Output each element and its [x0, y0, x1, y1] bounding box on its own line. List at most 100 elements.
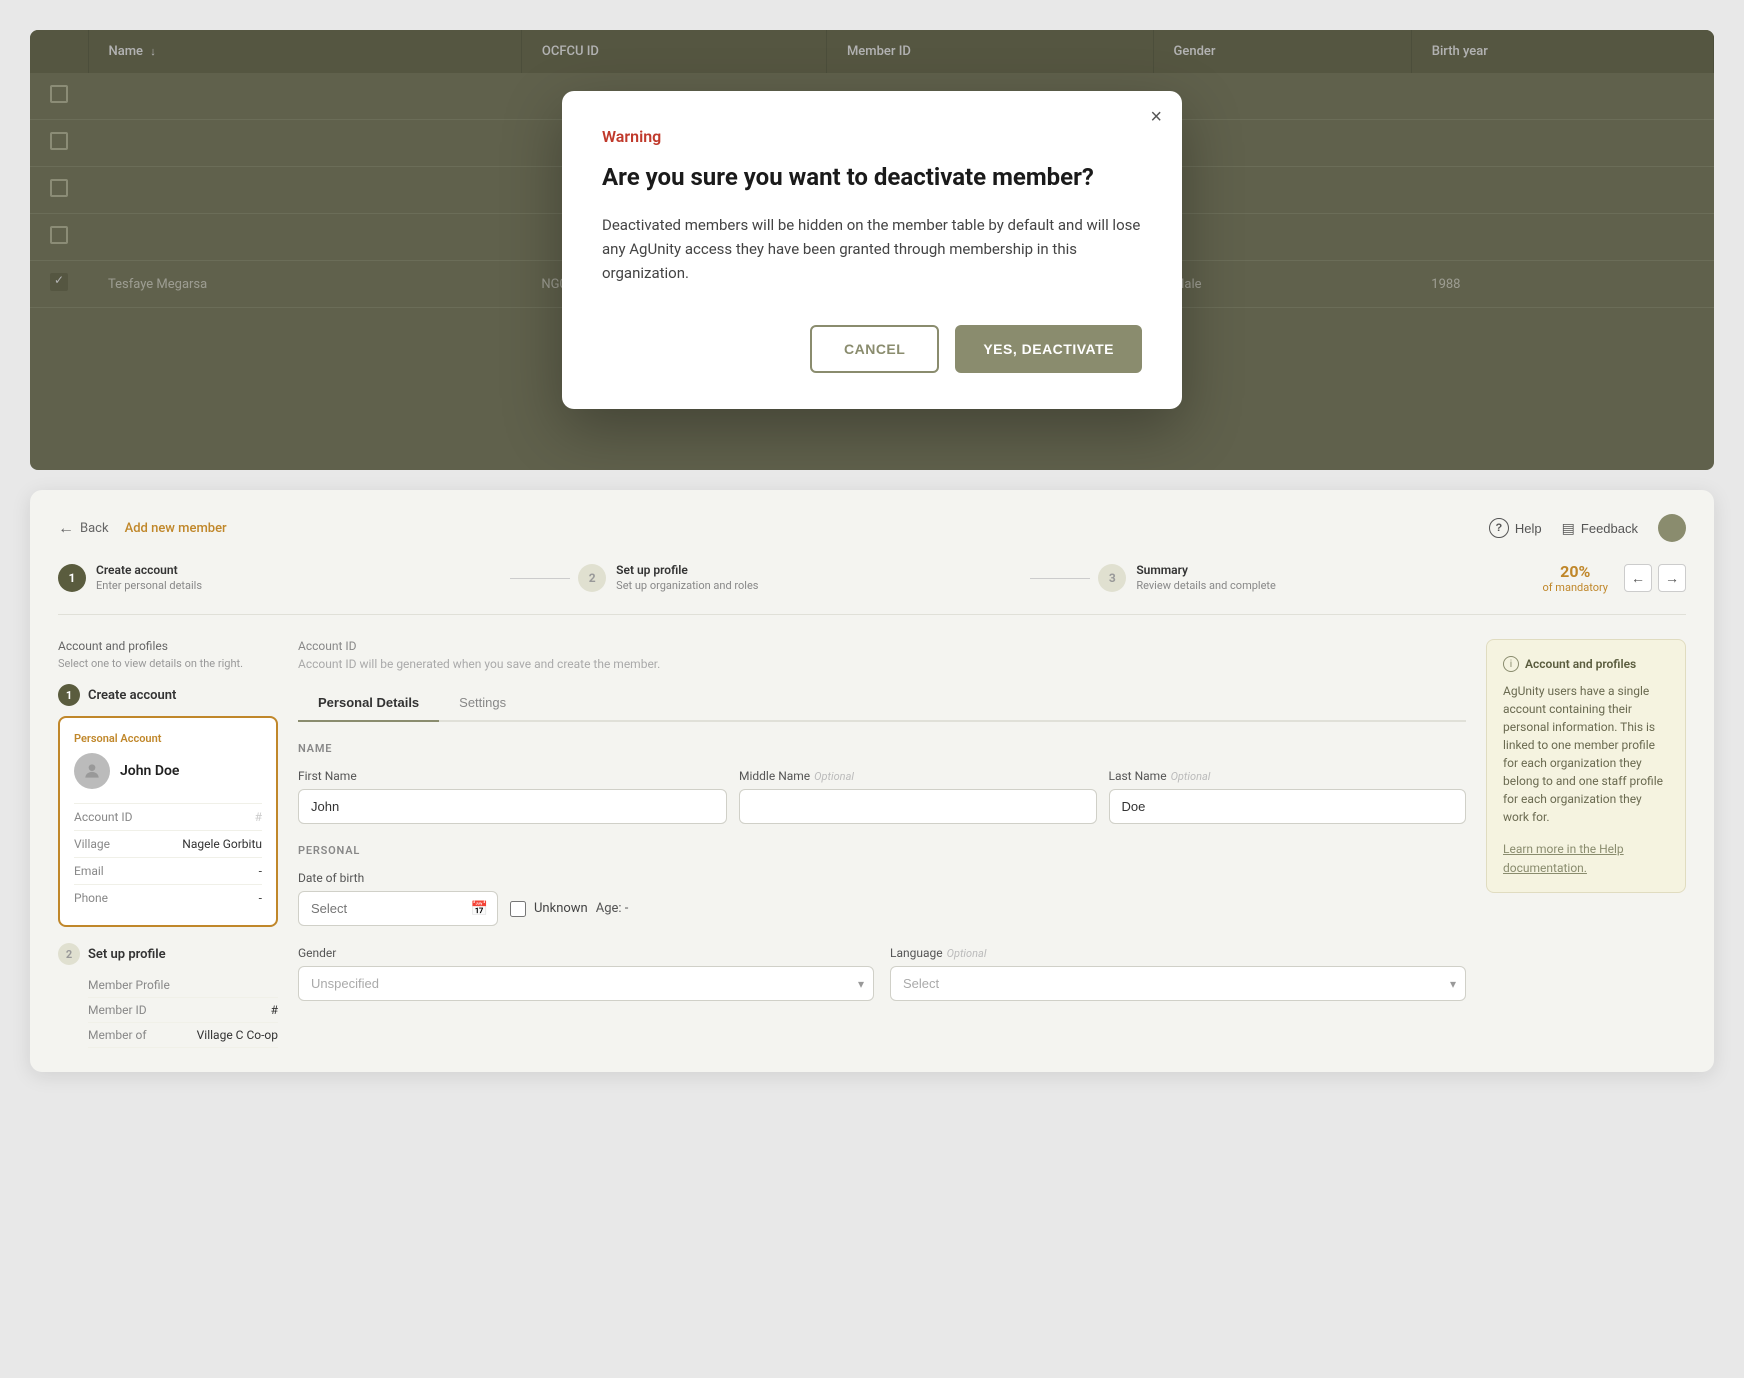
back-link[interactable]: ← Back — [58, 518, 109, 538]
account-user-row: John Doe — [74, 753, 262, 789]
top-section: Name ↓ OCFCU ID Member ID Gender Birth y… — [30, 30, 1714, 470]
feedback-button[interactable]: ▤ Feedback — [1562, 520, 1638, 537]
add-member-link[interactable]: Add new member — [125, 521, 227, 536]
gender-select-wrap: Unspecified ▾ — [298, 966, 874, 1001]
member-id-hash: # — [271, 1003, 278, 1017]
member-id-label: Member ID — [88, 1003, 147, 1017]
left-sidebar: Account and profiles Select one to view … — [58, 639, 278, 1048]
step-2-subtitle: Set up organization and roles — [616, 579, 758, 593]
modal-overlay: × Warning Are you sure you want to deact… — [30, 30, 1714, 470]
last-name-group: Last Name Optional — [1109, 769, 1467, 824]
steps-bar: 1 Create account Enter personal details … — [58, 562, 1686, 615]
tab-personal-details[interactable]: Personal Details — [298, 687, 439, 722]
personal-section-label: PERSONAL — [298, 844, 1466, 857]
sidebar-step-1-header: 1 Create account — [58, 684, 278, 706]
personal-section: PERSONAL Date of birth 📅 Unknown — [298, 844, 1466, 1001]
step-1-circle: 1 — [58, 564, 86, 592]
last-name-input[interactable] — [1109, 789, 1467, 824]
sidebar-section-label: Account and profiles — [58, 639, 278, 653]
member-of-field: Member of Village C Co-op — [88, 1023, 278, 1048]
modal-body: Deactivated members will be hidden on th… — [602, 213, 1142, 285]
calendar-icon: 📅 — [471, 901, 488, 917]
sidebar-step-2-num: 2 — [58, 943, 80, 965]
personal-account-label: Personal Account — [74, 732, 262, 745]
modal-close-button[interactable]: × — [1150, 107, 1162, 127]
gender-lang-row: Gender Unspecified ▾ Language Optional — [298, 946, 1466, 1001]
member-of-label: Member of — [88, 1028, 147, 1042]
sidebar-step-1-num: 1 — [58, 684, 80, 706]
unknown-row: Unknown Age: - — [510, 901, 628, 917]
language-optional: Optional — [947, 947, 987, 960]
yes-deactivate-button[interactable]: YES, DEACTIVATE — [955, 325, 1142, 373]
language-label: Language Optional — [890, 946, 1466, 960]
unknown-checkbox[interactable] — [510, 901, 526, 917]
info-card-title: Account and profiles — [1525, 657, 1636, 671]
member-profile-label: Member Profile — [88, 978, 170, 992]
main-content: Account and profiles Select one to view … — [58, 639, 1686, 1048]
back-arrow-icon: ← — [58, 518, 74, 538]
feedback-icon: ▤ — [1562, 520, 1575, 537]
back-label: Back — [80, 521, 109, 536]
language-select[interactable]: Select — [890, 966, 1466, 1001]
language-group: Language Optional Select ▾ — [890, 946, 1466, 1001]
dob-input[interactable] — [298, 891, 498, 926]
step-3-subtitle: Review details and complete — [1136, 579, 1276, 593]
progress-percent: 20% — [1542, 562, 1608, 581]
info-card-body: AgUnity users have a single account cont… — [1503, 682, 1669, 826]
first-name-input[interactable] — [298, 789, 727, 824]
top-bar-right: ? Help ▤ Feedback — [1489, 514, 1686, 542]
next-arrow-button[interactable]: → — [1658, 564, 1686, 592]
top-bar: ← Back Add new member ? Help ▤ Feedback — [58, 514, 1686, 542]
step-separator-2 — [1030, 578, 1090, 579]
village-field: Village Nagele Gorbitu — [74, 830, 262, 857]
middle-name-optional: Optional — [814, 770, 854, 783]
name-section-label: NAME — [298, 742, 1466, 755]
dob-row: 📅 Unknown Age: - — [298, 891, 1466, 926]
progress-section: 20% of mandatory ← → — [1542, 562, 1686, 594]
step-3-circle: 3 — [1098, 564, 1126, 592]
account-user-name: John Doe — [120, 763, 179, 779]
help-button[interactable]: ? Help — [1489, 518, 1542, 538]
user-avatar-button[interactable] — [1658, 514, 1686, 542]
step-3-info: Summary Review details and complete — [1136, 563, 1276, 593]
member-id-field: Member ID # — [88, 998, 278, 1023]
help-label: Help — [1515, 521, 1542, 536]
progress-display: 20% of mandatory — [1542, 562, 1608, 594]
middle-name-label: Middle Name Optional — [739, 769, 1097, 783]
age-label: Age: - — [596, 901, 629, 916]
language-select-wrap: Select ▾ — [890, 966, 1466, 1001]
step-2-info: Set up profile Set up organization and r… — [616, 563, 758, 593]
email-label: Email — [74, 864, 104, 878]
deactivate-modal: × Warning Are you sure you want to deact… — [562, 91, 1182, 409]
tab-settings[interactable]: Settings — [439, 687, 526, 722]
step-2-circle: 2 — [578, 564, 606, 592]
cancel-button[interactable]: CANCEL — [810, 325, 939, 373]
center-form: Account ID Account ID will be generated … — [298, 639, 1466, 1048]
sidebar-section-sublabel: Select one to view details on the right. — [58, 657, 278, 670]
info-card: i Account and profiles AgUnity users hav… — [1486, 639, 1686, 893]
middle-name-input[interactable] — [739, 789, 1097, 824]
email-field: Email - — [74, 857, 262, 884]
info-card-link[interactable]: Learn more in the Help documentation. — [1503, 842, 1624, 875]
prev-arrow-button[interactable]: ← — [1624, 564, 1652, 592]
gender-select[interactable]: Unspecified — [298, 966, 874, 1001]
form-panel: ← Back Add new member ? Help ▤ Feedback … — [30, 490, 1714, 1072]
step-2-title: Set up profile — [616, 563, 758, 579]
unknown-label: Unknown — [534, 901, 588, 916]
middle-name-group: Middle Name Optional — [739, 769, 1097, 824]
account-id-field: Account ID # — [74, 803, 262, 830]
personal-account-card[interactable]: Personal Account John Doe Account ID # — [58, 716, 278, 927]
step-1-title: Create account — [96, 563, 202, 579]
form-account-id-note: Account ID will be generated when you sa… — [298, 657, 1466, 671]
modal-title: Are you sure you want to deactivate memb… — [602, 162, 1142, 193]
gender-label: Gender — [298, 946, 874, 960]
step-1-subtitle: Enter personal details — [96, 579, 202, 593]
phone-label: Phone — [74, 891, 108, 905]
step-1-info: Create account Enter personal details — [96, 563, 202, 593]
member-profile-field: Member Profile — [88, 973, 278, 998]
step-2: 2 Set up profile Set up organization and… — [578, 563, 1022, 593]
step-separator-1 — [510, 578, 570, 579]
help-icon: ? — [1489, 518, 1509, 538]
account-id-label: Account ID — [74, 810, 133, 824]
dob-input-wrap: 📅 — [298, 891, 498, 926]
